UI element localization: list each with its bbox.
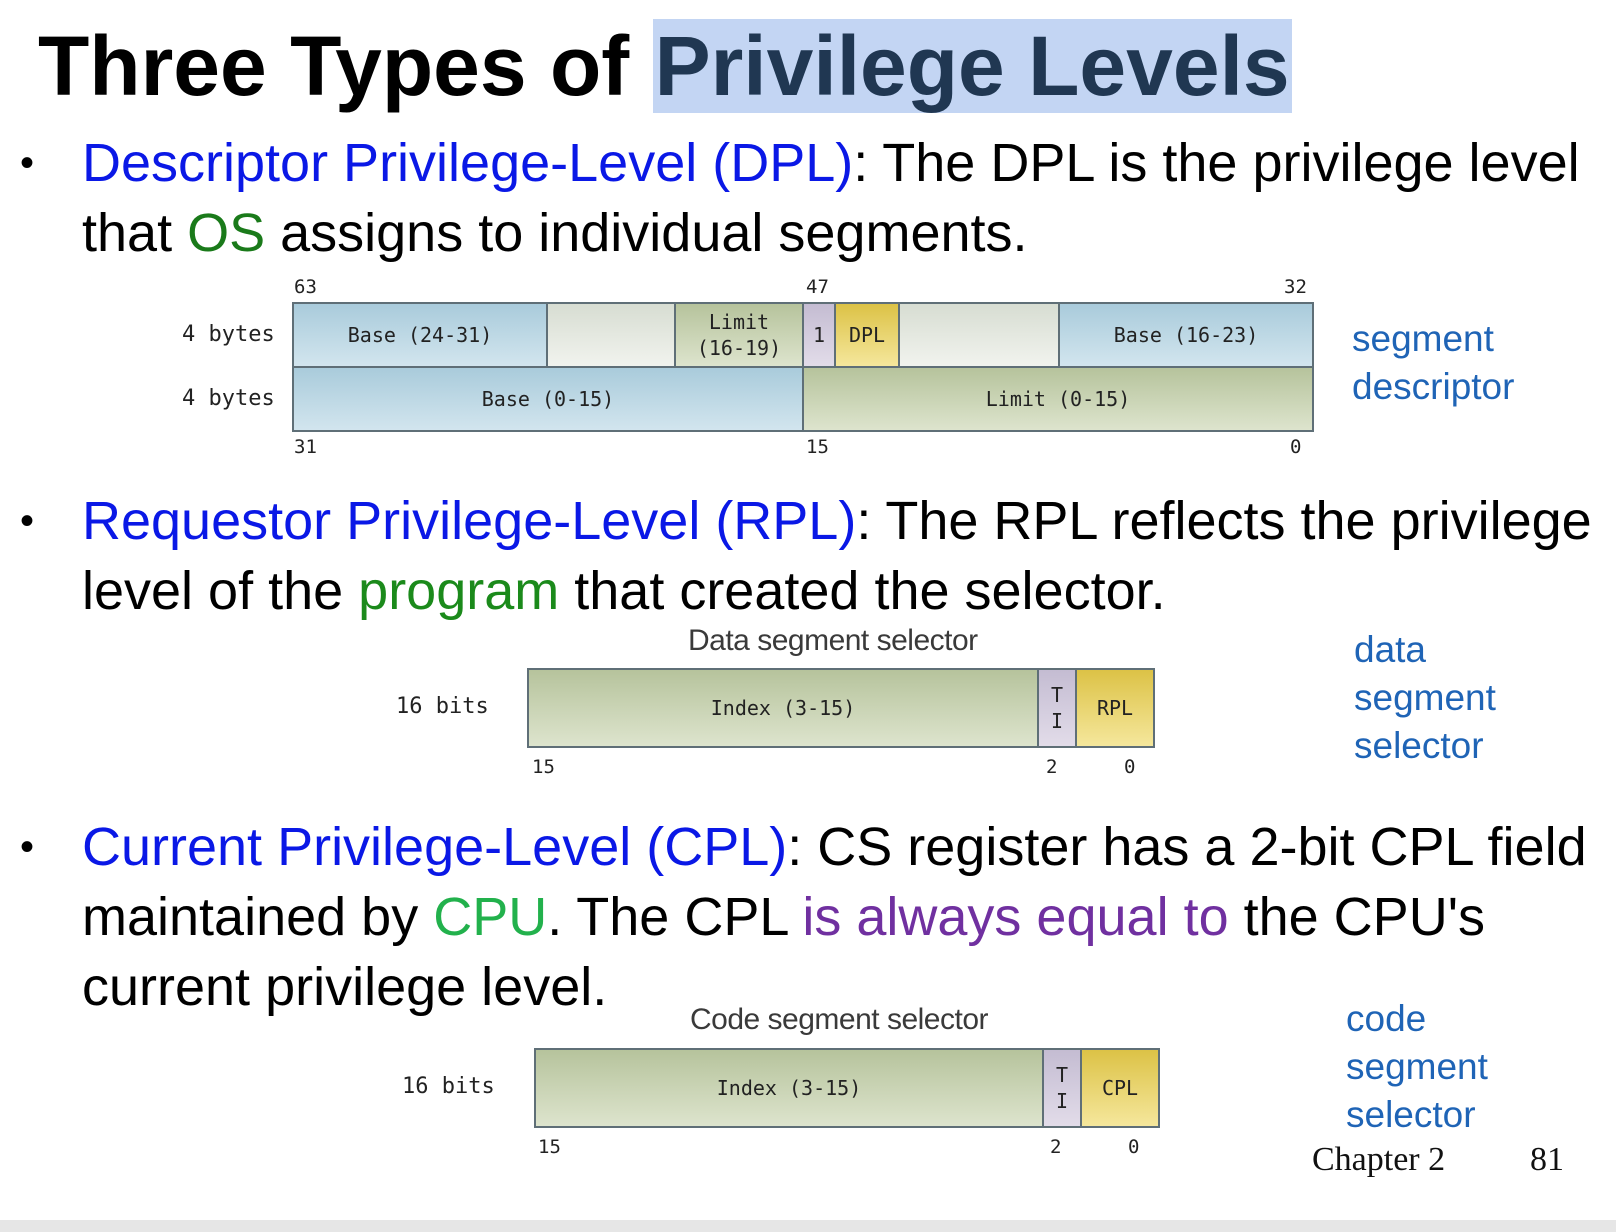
bit-label-15: 15: [806, 436, 829, 458]
field-label: Base (16-23): [1113, 323, 1259, 347]
bit-label-0: 0: [1124, 756, 1136, 778]
bottom-bar: [0, 1220, 1616, 1232]
highlight-always-equal: is always equal to: [802, 887, 1229, 947]
footer-chapter: Chapter 2: [1312, 1141, 1446, 1178]
bit-label-63: 63: [294, 276, 317, 298]
bullet-text: Descriptor Privilege-Level (DPL): The DP…: [82, 128, 1600, 268]
segment-descriptor-label: segment descriptor: [1352, 315, 1514, 411]
row-label-16-bits: 16 bits: [396, 694, 489, 719]
field-label: Limit (0-15): [985, 387, 1131, 411]
field-label: 1: [812, 323, 826, 347]
field-limit-0-15: Limit (0-15): [802, 366, 1314, 432]
bullet-dot: •: [20, 141, 35, 185]
side-label-line: segment: [1354, 677, 1496, 718]
field-base-16-23: Base (16-23): [1058, 302, 1314, 368]
bit-label-32: 32: [1284, 276, 1307, 298]
side-label-line: segment: [1352, 318, 1494, 359]
field-dpl: DPL: [834, 302, 900, 368]
field-flags: [546, 302, 676, 368]
bit-label-15: 15: [538, 1136, 561, 1158]
side-label-line: segment: [1346, 1046, 1488, 1087]
slide-title: Three Types of Privilege Levels: [38, 14, 1292, 118]
field-type: [898, 302, 1060, 368]
field-label: Index (3-15): [716, 1076, 862, 1100]
field-label: Limit: [708, 310, 770, 334]
field-label: Index (3-15): [710, 696, 856, 720]
side-label-line: descriptor: [1352, 366, 1515, 407]
bullet-cpl: • Current Privilege-Level (CPL): CS regi…: [20, 812, 1600, 1022]
title-plain: Three Types of: [38, 19, 653, 113]
bit-label-2: 2: [1050, 1136, 1062, 1158]
field-base-24-31: Base (24-31): [292, 302, 548, 368]
bullet-dot: •: [20, 499, 35, 543]
field-rpl: RPL: [1075, 668, 1155, 748]
bullet-rpl: • Requestor Privilege-Level (RPL): The R…: [20, 486, 1600, 626]
row-label-lower: 4 bytes: [182, 386, 275, 411]
text-span: assigns to individual segments.: [265, 203, 1028, 263]
side-label-line: selector: [1346, 1094, 1476, 1135]
field-limit-16-19: Limit (16-19): [674, 302, 804, 368]
row-label-upper: 4 bytes: [182, 322, 275, 347]
field-label: I: [1050, 709, 1064, 733]
field-ti: TI: [1042, 1048, 1082, 1128]
code-selector-title: Code segment selector: [690, 1003, 989, 1036]
field-label: DPL: [848, 323, 886, 347]
field-present-bit: 1: [802, 302, 836, 368]
field-label: Base (0-15): [481, 387, 615, 411]
side-label-line: code: [1346, 998, 1427, 1039]
bit-label-2: 2: [1046, 756, 1058, 778]
bit-label-31: 31: [294, 436, 317, 458]
code-segment-selector-label: code segment selector: [1346, 995, 1488, 1139]
field-index: Index (3-15): [527, 668, 1039, 748]
field-ti: TI: [1037, 668, 1077, 748]
field-label: Base (24-31): [347, 323, 493, 347]
side-label-line: selector: [1354, 725, 1484, 766]
bit-label-0: 0: [1128, 1136, 1140, 1158]
bullet-dpl: • Descriptor Privilege-Level (DPL): The …: [20, 128, 1600, 268]
term-rpl: Requestor Privilege-Level (RPL): [82, 491, 857, 551]
bullet-text: Requestor Privilege-Level (RPL): The RPL…: [82, 486, 1600, 626]
term-cpl: Current Privilege-Level (CPL): [82, 817, 788, 877]
row-label-16-bits: 16 bits: [402, 1074, 495, 1099]
title-highlight: Privilege Levels: [652, 19, 1292, 113]
field-label: I: [1055, 1089, 1069, 1113]
field-label: (16-19): [696, 336, 782, 360]
field-label: T: [1050, 683, 1064, 707]
field-base-0-15: Base (0-15): [292, 366, 804, 432]
highlight-program: program: [358, 561, 560, 621]
field-label: CPL: [1101, 1076, 1139, 1100]
highlight-cpu: CPU: [433, 887, 548, 947]
bit-label-0: 0: [1290, 436, 1302, 458]
bullet-text: Current Privilege-Level (CPL): CS regist…: [82, 812, 1600, 1022]
text-span: that created the selector.: [559, 561, 1166, 621]
field-cpl: CPL: [1080, 1048, 1160, 1128]
field-label: RPL: [1096, 696, 1134, 720]
bullet-dot: •: [20, 825, 35, 869]
term-dpl: Descriptor Privilege-Level (DPL): [82, 133, 854, 193]
field-label: T: [1055, 1063, 1069, 1087]
footer-page-number: 81: [1530, 1141, 1564, 1178]
data-selector-title: Data segment selector: [688, 624, 978, 657]
text-span: . The CPL: [547, 887, 803, 947]
bit-label-15: 15: [532, 756, 555, 778]
bit-label-47: 47: [806, 276, 829, 298]
data-segment-selector-label: data segment selector: [1354, 626, 1496, 770]
field-index: Index (3-15): [534, 1048, 1044, 1128]
side-label-line: data: [1354, 629, 1427, 670]
highlight-os: OS: [187, 203, 266, 263]
